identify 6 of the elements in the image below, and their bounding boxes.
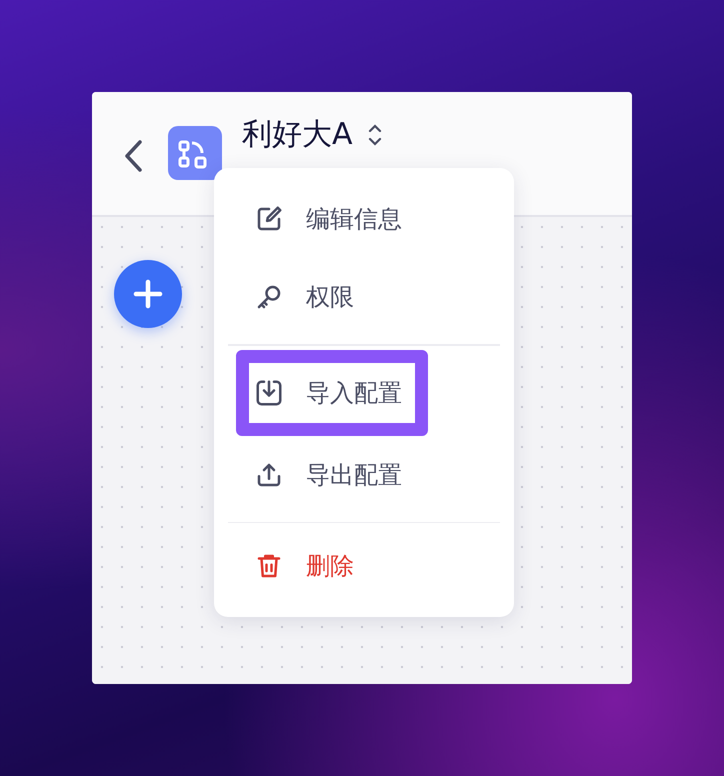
plus-icon [132,278,164,310]
menu-item[interactable]: 导入配置 [236,350,428,436]
project-title: 利好大A [242,116,353,154]
sort-icon[interactable] [366,122,383,148]
import-icon [254,378,284,408]
add-button[interactable] [114,260,182,328]
